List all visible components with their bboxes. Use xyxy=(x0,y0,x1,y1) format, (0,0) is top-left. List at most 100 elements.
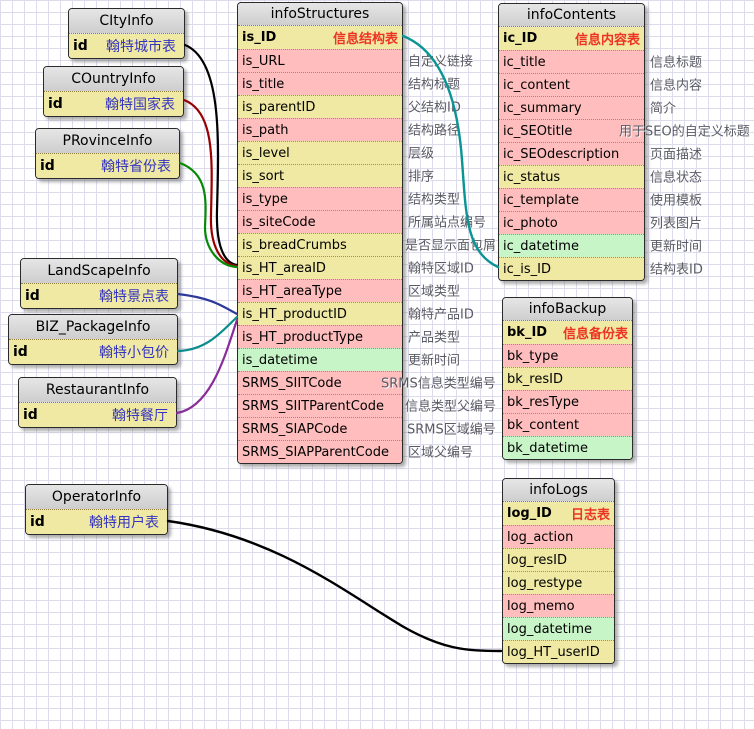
field-row-infoStructures-is_siteCode[interactable]: is_siteCode xyxy=(238,210,402,233)
field-row-COuntryInfo-id[interactable]: id翰特国家表 xyxy=(44,92,183,116)
table-comment-BIZ_PackageInfo: 翰特小包价 xyxy=(95,342,173,362)
relation-line-PRovinceInfo.id-infoStructures.is_HT_areaID[interactable] xyxy=(180,163,237,267)
table-comment-infoLogs: 日志表 xyxy=(567,504,610,523)
field-row-infoStructures-is_HT_productID[interactable]: is_HT_productID xyxy=(238,302,402,325)
table-title-infoBackup[interactable]: infoBackup xyxy=(503,298,632,321)
field-name: id xyxy=(25,288,40,304)
table-infoStructures[interactable]: infoStructuresis_ID信息结构表is_URLis_titleis… xyxy=(237,2,403,464)
field-name: SRMS_SIITParentCode xyxy=(242,399,384,414)
field-row-OperatorInfo-id[interactable]: id翰特用户表 xyxy=(26,510,167,534)
field-name: id xyxy=(48,96,63,112)
field-note-is_level: 层级 xyxy=(408,142,434,161)
field-row-infoContents-ic_photo[interactable]: ic_photo xyxy=(499,211,644,234)
field-row-infoLogs-log_action[interactable]: log_action xyxy=(503,525,614,548)
field-row-BIZ_PackageInfo-id[interactable]: id翰特小包价 xyxy=(9,340,177,364)
table-OperatorInfo[interactable]: OperatorInfoid翰特用户表 xyxy=(25,484,168,535)
table-title-CItyInfo[interactable]: CItyInfo xyxy=(69,9,184,34)
field-row-infoStructures-is_parentID[interactable]: is_parentID xyxy=(238,95,402,118)
table-title-BIZ_PackageInfo[interactable]: BIZ_PackageInfo xyxy=(9,315,177,340)
field-row-infoBackup-bk_resType[interactable]: bk_resType xyxy=(503,390,632,413)
field-row-infoStructures-SRMS_SIITParentCode[interactable]: SRMS_SIITParentCode xyxy=(238,394,402,417)
field-row-infoBackup-bk_datetime[interactable]: bk_datetime xyxy=(503,436,632,459)
field-name: id xyxy=(23,407,38,423)
field-row-infoStructures-is_type[interactable]: is_type xyxy=(238,187,402,210)
field-row-infoStructures-is_HT_areaID[interactable]: is_HT_areaID xyxy=(238,256,402,279)
field-row-infoBackup-bk_content[interactable]: bk_content xyxy=(503,413,632,436)
field-row-infoStructures-is_datetime[interactable]: is_datetime xyxy=(238,348,402,371)
table-RestaurantInfo[interactable]: RestaurantInfoid翰特餐厅 xyxy=(18,377,177,428)
field-row-infoContents-ic_content[interactable]: ic_content xyxy=(499,73,644,96)
field-row-infoBackup-bk_resID[interactable]: bk_resID xyxy=(503,367,632,390)
field-row-infoContents-ic_datetime[interactable]: ic_datetime xyxy=(499,234,644,257)
field-row-LandScapeInfo-id[interactable]: id翰特景点表 xyxy=(21,284,177,308)
field-row-infoStructures-is_title[interactable]: is_title xyxy=(238,72,402,95)
table-COuntryInfo[interactable]: COuntryInfoid翰特国家表 xyxy=(43,66,184,117)
field-note-ic_status: 信息状态 xyxy=(650,166,702,185)
field-row-infoContents-ic_title[interactable]: ic_title xyxy=(499,50,644,73)
field-row-infoContents-ic_SEOdescription[interactable]: ic_SEOdescription xyxy=(499,142,644,165)
field-row-infoStructures-SRMS_SIAPCode[interactable]: SRMS_SIAPCode xyxy=(238,417,402,440)
diagram-canvas[interactable]: CItyInfoid翰特城市表 COuntryInfoid翰特国家表 PRovinc… xyxy=(0,0,754,729)
field-row-infoContents-ic_status[interactable]: ic_status xyxy=(499,165,644,188)
field-row-RestaurantInfo-id[interactable]: id翰特餐厅 xyxy=(19,403,176,427)
field-note-is_type: 结构类型 xyxy=(408,188,460,207)
table-LandScapeInfo[interactable]: LandScapeInfoid翰特景点表 xyxy=(20,258,178,309)
table-PRovinceInfo[interactable]: PRovinceInfo id 翰特省份表 xyxy=(35,128,180,179)
table-title-OperatorInfo[interactable]: OperatorInfo xyxy=(26,485,167,510)
field-row-infoStructures-is_sort[interactable]: is_sort xyxy=(238,164,402,187)
field-row-PRovinceInfo-id[interactable]: id 翰特省份表 xyxy=(36,154,179,178)
relation-line-COuntryInfo.id-infoStructures.is_HT_areaID[interactable] xyxy=(184,100,237,266)
field-row-infoStructures-is_level[interactable]: is_level xyxy=(238,141,402,164)
field-note-is_breadCrumbs: 是否显示面包屑 xyxy=(405,234,496,253)
field-name: id xyxy=(40,158,55,174)
field-row-infoStructures-is_HT_areaType[interactable]: is_HT_areaType xyxy=(238,279,402,302)
field-name: bk_ID xyxy=(507,325,547,340)
field-name: is_level xyxy=(242,146,290,161)
field-row-infoContents-ic_summary[interactable]: ic_summary xyxy=(499,96,644,119)
table-infoLogs[interactable]: infoLogslog_ID日志表log_actionlog_resIDlog_… xyxy=(502,478,615,664)
field-row-infoContents-ic_template[interactable]: ic_template xyxy=(499,188,644,211)
table-comment-OperatorInfo: 翰特用户表 xyxy=(85,512,163,532)
field-row-infoLogs-log_resID[interactable]: log_resID xyxy=(503,548,614,571)
relation-line-LandScapeInfo.id-infoStructures.is_HT_productID[interactable] xyxy=(178,294,237,314)
table-comment-PRovinceInfo: 翰特省份表 xyxy=(97,156,175,176)
table-title-infoLogs[interactable]: infoLogs xyxy=(503,479,614,502)
field-row-infoStructures-SRMS_SIAPParentCode[interactable]: SRMS_SIAPParentCode xyxy=(238,440,402,463)
field-row-infoStructures-SRMS_SIITCode[interactable]: SRMS_SIITCode xyxy=(238,371,402,394)
field-name: is_HT_areaID xyxy=(242,261,326,276)
field-note-ic_photo: 列表图片 xyxy=(650,212,702,231)
field-row-infoContents-ic_ID[interactable]: ic_ID信息内容表 xyxy=(499,27,644,50)
table-title-RestaurantInfo[interactable]: RestaurantInfo xyxy=(19,378,176,403)
table-infoContents[interactable]: infoContentsic_ID信息内容表ic_titleic_content… xyxy=(498,3,645,281)
field-row-infoLogs-log_datetime[interactable]: log_datetime xyxy=(503,617,614,640)
field-name: ic_template xyxy=(503,193,579,208)
table-CItyInfo[interactable]: CItyInfoid翰特城市表 xyxy=(68,8,185,59)
table-BIZ_PackageInfo[interactable]: BIZ_PackageInfoid翰特小包价 xyxy=(8,314,178,365)
table-title-PRovinceInfo[interactable]: PRovinceInfo xyxy=(36,129,179,154)
field-row-CItyInfo-id[interactable]: id翰特城市表 xyxy=(69,34,184,58)
table-title-COuntryInfo[interactable]: COuntryInfo xyxy=(44,67,183,92)
relation-line-RestaurantInfo.id-infoStructures.is_HT_productID[interactable] xyxy=(177,320,237,413)
table-title-infoStructures[interactable]: infoStructures xyxy=(238,3,402,26)
field-note-is_siteCode: 所属站点编号 xyxy=(408,211,486,230)
field-row-infoLogs-log_restype[interactable]: log_restype xyxy=(503,571,614,594)
table-title-LandScapeInfo[interactable]: LandScapeInfo xyxy=(21,259,177,284)
table-title-infoContents[interactable]: infoContents xyxy=(499,4,644,27)
field-note-ic_SEOtitle: 用于SEO的自定义标题 xyxy=(619,120,750,139)
field-row-infoStructures-is_ID[interactable]: is_ID信息结构表 xyxy=(238,26,402,49)
field-row-infoStructures-is_breadCrumbs[interactable]: is_breadCrumbs xyxy=(238,233,402,256)
field-row-infoLogs-log_memo[interactable]: log_memo xyxy=(503,594,614,617)
table-infoBackup[interactable]: infoBackupbk_ID信息备份表bk_typebk_resIDbk_re… xyxy=(502,297,633,460)
relation-line-OperatorInfo.id-infoLogs.log_HT_userID[interactable] xyxy=(168,521,501,651)
field-row-infoBackup-bk_ID[interactable]: bk_ID信息备份表 xyxy=(503,321,632,344)
field-row-infoLogs-log_ID[interactable]: log_ID日志表 xyxy=(503,502,614,525)
field-name: log_action xyxy=(507,530,573,545)
field-row-infoStructures-is_HT_productType[interactable]: is_HT_productType xyxy=(238,325,402,348)
field-row-infoContents-ic_is_ID[interactable]: ic_is_ID xyxy=(499,257,644,280)
field-row-infoStructures-is_path[interactable]: is_path xyxy=(238,118,402,141)
field-row-infoLogs-log_HT_userID[interactable]: log_HT_userID xyxy=(503,640,614,663)
field-note-ic_SEOdescription: 页面描述 xyxy=(650,143,702,162)
field-row-infoBackup-bk_type[interactable]: bk_type xyxy=(503,344,632,367)
field-note-ic_summary: 简介 xyxy=(650,97,676,116)
field-row-infoStructures-is_URL[interactable]: is_URL xyxy=(238,49,402,72)
